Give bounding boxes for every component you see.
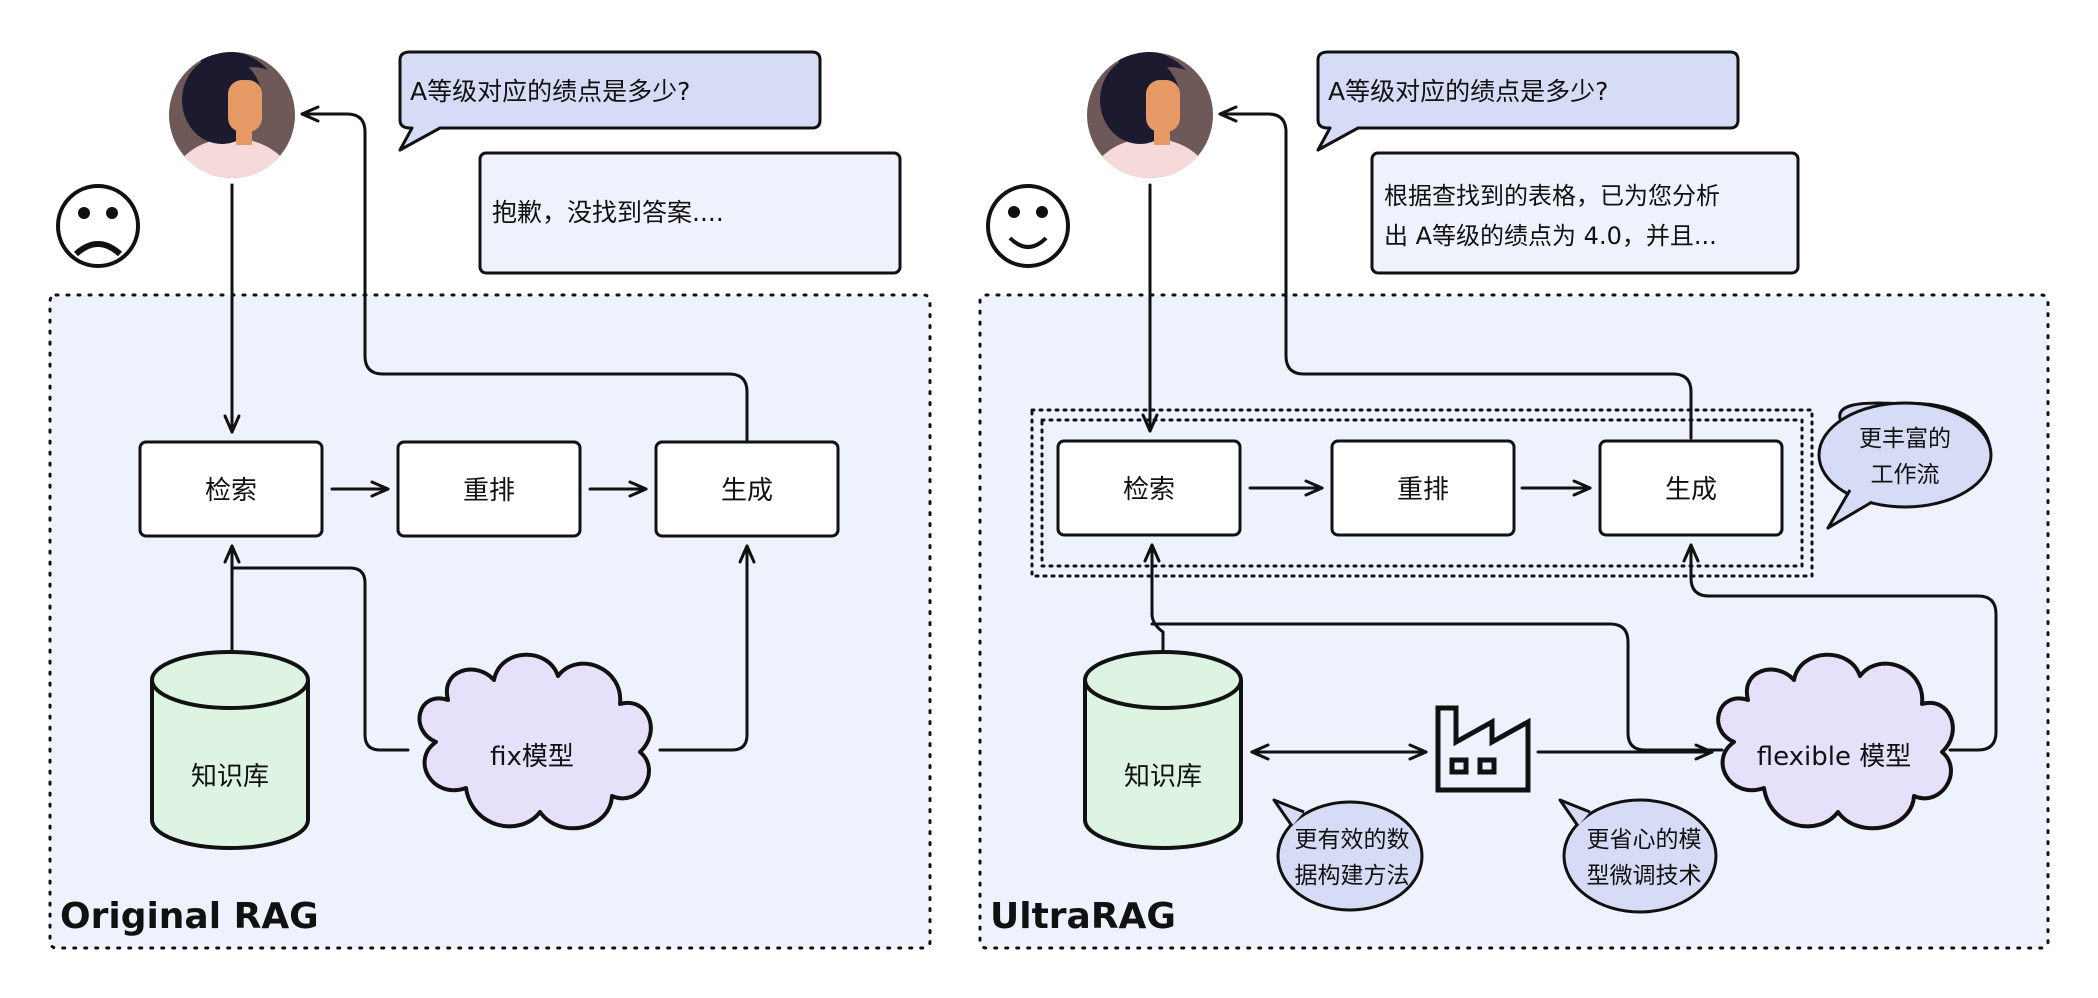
diagram-canvas: Original RAG A等级对应的绩点是多少? 抱歉，没找到答案.... 检… (0, 0, 2098, 998)
retrieve-label: 检索 (205, 476, 257, 506)
answer-text: 抱歉，没找到答案.... (492, 198, 724, 227)
user-avatar-icon (1087, 52, 1213, 178)
knowledge-base: 知识库 (150, 650, 310, 850)
knowledge-base-label: 知识库 (1124, 762, 1202, 792)
rerank-label: 重排 (463, 476, 515, 506)
ultrarag-panel: UltraRAG A等级对应的绩点是多少? 根据查找到的表格，已为您分析 出 A… (978, 50, 2050, 950)
workflow-bubble-line1: 更丰富的 (1859, 426, 1951, 452)
retrieve-step: 检索 (1056, 439, 1242, 537)
answer-box: 抱歉，没找到答案.... (478, 151, 902, 275)
generate-step: 生成 (654, 440, 840, 538)
answer-box: 根据查找到的表格，已为您分析 出 A等级的绩点为 4.0，并且... (1370, 151, 1800, 275)
data-construction-bubble: 更有效的数 据构建方法 (1272, 798, 1424, 912)
fix-model-label: fix模型 (490, 742, 574, 772)
rerank-step: 重排 (396, 440, 582, 538)
retrieve-label: 检索 (1123, 475, 1175, 505)
tuning-bubble-line1: 更省心的模 (1587, 827, 1702, 853)
data-bubble-line2: 据构建方法 (1295, 863, 1410, 889)
sad-face-icon (56, 184, 140, 268)
generate-label: 生成 (1665, 475, 1717, 505)
question-text: A等级对应的绩点是多少? (1328, 77, 1608, 106)
retrieve-step: 检索 (138, 440, 324, 538)
flexible-model-label: flexible 模型 (1757, 742, 1912, 772)
generate-step: 生成 (1598, 439, 1784, 537)
workflow-bubble-line2: 工作流 (1871, 462, 1940, 488)
right-panel-frame (978, 293, 2050, 950)
user-avatar-icon (169, 52, 295, 178)
knowledge-base: 知识库 (1083, 650, 1243, 850)
rerank-step: 重排 (1330, 439, 1516, 537)
question-bubble: A等级对应的绩点是多少? (398, 50, 822, 152)
question-text: A等级对应的绩点是多少? (410, 77, 690, 106)
knowledge-base-label: 知识库 (191, 762, 269, 792)
original-rag-panel: Original RAG A等级对应的绩点是多少? 抱歉，没找到答案.... 检… (48, 50, 932, 950)
left-panel-frame (48, 293, 932, 950)
rerank-label: 重排 (1397, 475, 1449, 505)
model-tuning-bubble: 更省心的模 型微调技术 (1558, 798, 1718, 914)
left-panel-title: Original RAG (60, 896, 319, 937)
tuning-bubble-line2: 型微调技术 (1587, 863, 1702, 889)
right-panel-title: UltraRAG (990, 896, 1176, 937)
smiley-face-icon (986, 184, 1070, 268)
data-bubble-line1: 更有效的数 (1295, 827, 1410, 853)
answer-text-line1: 根据查找到的表格，已为您分析 (1384, 182, 1720, 210)
generate-label: 生成 (721, 476, 773, 506)
answer-text-line2: 出 A等级的绩点为 4.0，并且... (1384, 222, 1717, 250)
question-bubble: A等级对应的绩点是多少? (1316, 50, 1740, 152)
